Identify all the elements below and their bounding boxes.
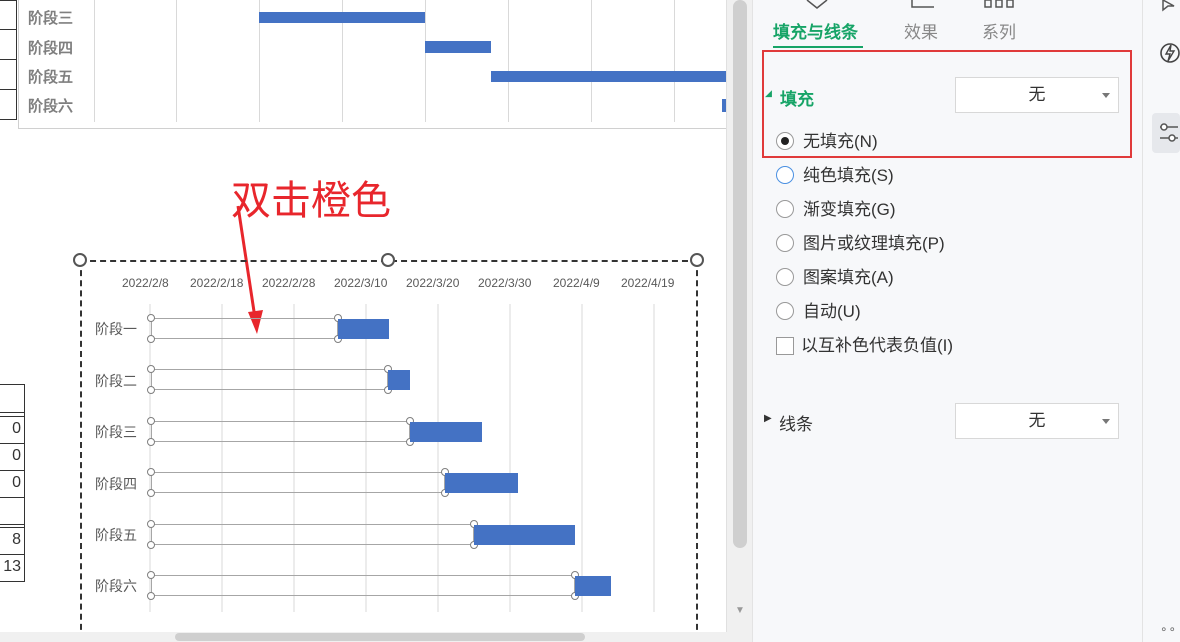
duration-bar[interactable]: [388, 370, 410, 390]
selection-point[interactable]: [147, 386, 155, 394]
active-tab-indicator: [773, 46, 863, 48]
cursor-icon[interactable]: [1160, 0, 1180, 14]
more-icon[interactable]: ∘∘: [1160, 622, 1177, 636]
start-series-bar[interactable]: [151, 472, 445, 493]
radio-button[interactable]: [776, 234, 794, 252]
collapse-triangle-icon[interactable]: ◢: [765, 88, 772, 99]
selection-point[interactable]: [147, 520, 155, 528]
selection-point[interactable]: [147, 468, 155, 476]
selection-point[interactable]: [147, 489, 155, 497]
line-dropdown-value: 无: [1028, 411, 1046, 430]
x-tick-label: 2022/3/20: [406, 276, 460, 290]
fill-section-title[interactable]: 填充: [780, 85, 814, 110]
tab-effects[interactable]: 效果: [904, 18, 938, 43]
duration-bar[interactable]: [445, 473, 518, 493]
y-axis-label: 阶段三: [95, 424, 137, 440]
y-axis-label: 阶段六: [95, 578, 137, 594]
sliders-icon: [1160, 123, 1178, 142]
radio-button[interactable]: [776, 302, 794, 320]
duration-bar[interactable]: [338, 319, 389, 339]
expand-triangle-icon[interactable]: ▶: [764, 413, 772, 424]
lightning-icon[interactable]: [1160, 40, 1180, 68]
right-toolbar: [1142, 0, 1180, 642]
x-tick-label: 2022/3/10: [334, 276, 388, 290]
checkbox[interactable]: [776, 337, 794, 355]
properties-button[interactable]: [1152, 113, 1180, 153]
selection-point[interactable]: [147, 592, 155, 600]
fill-dropdown-value: 无: [1028, 85, 1046, 104]
radio-label: 无填充(N): [803, 132, 878, 151]
start-series-bar[interactable]: [151, 318, 338, 339]
line-dropdown[interactable]: 无: [955, 403, 1119, 439]
checkbox-label: 以互补色代表负值(I): [801, 336, 954, 355]
chevron-down-icon: [1102, 93, 1110, 98]
x-tick-label: 2022/4/19: [621, 276, 675, 290]
tab-fill-and-line[interactable]: 填充与线条: [773, 18, 858, 43]
selection-point[interactable]: [147, 571, 155, 579]
radio-button[interactable]: [776, 200, 794, 218]
scroll-thumb[interactable]: [175, 633, 585, 641]
selection-point[interactable]: [147, 314, 155, 322]
y-axis-label: 阶段一: [95, 321, 137, 337]
x-tick-label: 2022/2/28: [262, 276, 316, 290]
selection-point[interactable]: [147, 365, 155, 373]
x-tick-label: 2022/3/30: [478, 276, 532, 290]
duration-bar[interactable]: [410, 422, 482, 442]
start-series-bar[interactable]: [151, 524, 474, 545]
x-tick-label: 2022/2/18: [190, 276, 244, 290]
x-tick-label: 2022/4/9: [553, 276, 600, 290]
y-axis-label: 阶段五: [95, 527, 137, 543]
radio-label: 纯色填充(S): [803, 166, 894, 185]
start-series-bar[interactable]: [151, 421, 410, 442]
y-axis-label: 阶段二: [95, 373, 137, 389]
x-tick-label: 2022/2/8: [122, 276, 169, 290]
radio-label: 图案填充(A): [803, 268, 894, 287]
radio-label: 图片或纹理填充(P): [803, 234, 945, 253]
radio-button[interactable]: [776, 166, 794, 184]
effects-tab-icon: [911, 0, 934, 8]
duration-bar[interactable]: [575, 576, 611, 596]
selection-point[interactable]: [147, 335, 155, 343]
fill-dropdown[interactable]: 无: [955, 77, 1119, 113]
spreadsheet-area[interactable]: 阶段三 阶段四 阶段五 阶段六 0 0 0 8 13 双击橙色 2022/2/8…: [0, 0, 726, 632]
series-tab-icon: [984, 0, 1014, 8]
horizontal-scrollbar[interactable]: [0, 632, 752, 642]
start-series-bar[interactable]: [151, 369, 388, 390]
duration-bar[interactable]: [474, 525, 575, 545]
radio-button[interactable]: [776, 132, 794, 150]
radio-label: 自动(U): [803, 302, 861, 321]
line-section-title[interactable]: 线条: [779, 410, 813, 435]
start-series-bar[interactable]: [151, 575, 575, 596]
tab-series[interactable]: 系列: [982, 18, 1016, 43]
scroll-thumb[interactable]: [733, 0, 747, 548]
y-axis-label: 阶段四: [95, 476, 137, 492]
selection-point[interactable]: [147, 541, 155, 549]
selection-point[interactable]: [147, 438, 155, 446]
chevron-down-icon: [1102, 419, 1110, 424]
selection-point[interactable]: [147, 417, 155, 425]
radio-label: 渐变填充(G): [803, 200, 896, 219]
radio-button[interactable]: [776, 268, 794, 286]
fill-line-tab-icon: [806, 0, 828, 9]
vertical-scrollbar[interactable]: ▼: [726, 0, 753, 632]
scroll-down-arrow-icon[interactable]: ▼: [735, 605, 745, 616]
